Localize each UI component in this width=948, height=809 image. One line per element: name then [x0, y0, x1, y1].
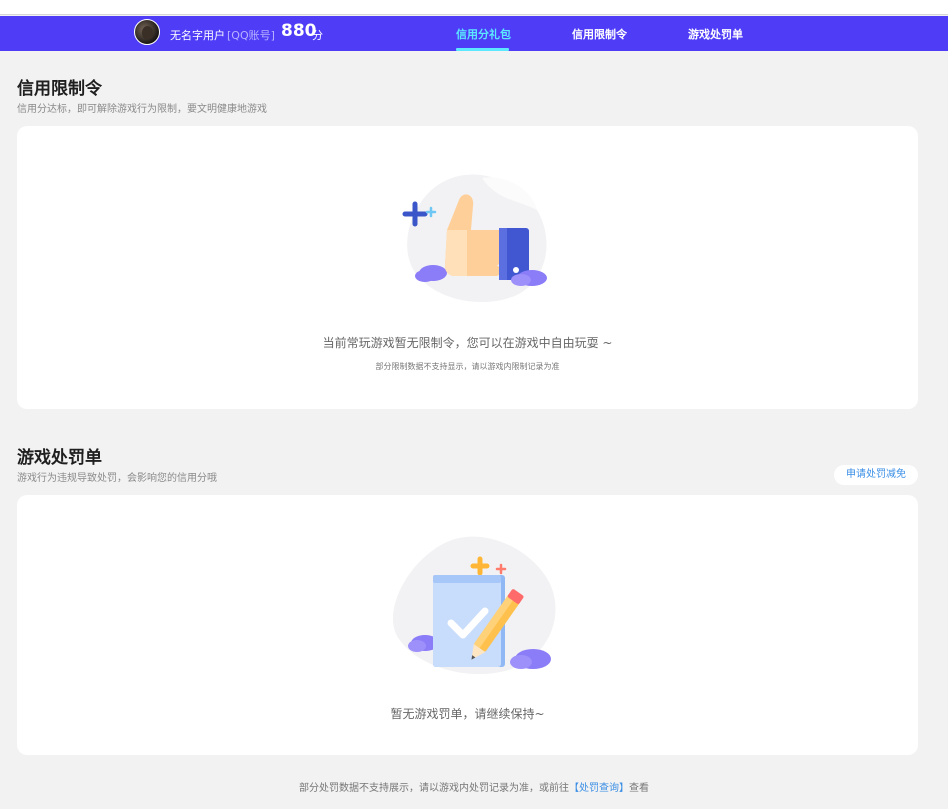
footer-note: 部分处罚数据不支持展示，请以游戏内处罚记录为准，或前往【处罚查询】查看	[0, 779, 948, 794]
thumbs-up-icon	[402, 174, 547, 303]
user-name: 无名字用户	[170, 29, 225, 42]
checked-document-pencil-icon	[392, 536, 556, 675]
credit-score-unit: 分	[312, 29, 323, 42]
footer-text-before: 部分处罚数据不支持展示，请以游戏内处罚记录为准，或前往	[299, 783, 569, 794]
apply-penalty-reduction-button[interactable]: 申请处罚减免	[834, 465, 918, 485]
penalty-card: 暂无游戏罚单，请继续保持~	[17, 495, 918, 755]
penalty-section-title: 游戏处罚单	[17, 448, 102, 468]
tab-credit-gift[interactable]: 信用分礼包	[456, 26, 511, 42]
restriction-card: 当前常玩游戏暂无限制令，您可以在游戏中自由玩耍 ~ 部分限制数据不支持显示，请以…	[17, 126, 918, 409]
top-navbar: 无名字用户 [QQ账号] 880 分 信用分礼包 信用限制令 游戏处罚单	[0, 16, 948, 51]
penalty-query-link[interactable]: 【处罚查询】	[569, 783, 629, 794]
penalty-section-subtitle: 游戏行为违规导致处罚，会影响您的信用分哦	[17, 473, 217, 484]
account-type: [QQ账号]	[227, 29, 275, 42]
penalty-empty-message: 暂无游戏罚单，请继续保持~	[390, 707, 545, 721]
restriction-section-title: 信用限制令	[17, 79, 102, 99]
restriction-empty-message: 当前常玩游戏暂无限制令，您可以在游戏中自由玩耍 ~	[322, 336, 613, 350]
active-tab-indicator	[456, 48, 509, 51]
user-avatar[interactable]	[134, 19, 160, 45]
tab-game-penalty[interactable]: 游戏处罚单	[688, 26, 743, 42]
tab-credit-restriction[interactable]: 信用限制令	[572, 26, 627, 42]
browser-top-strip	[0, 0, 948, 15]
restriction-note: 部分限制数据不支持显示，请以游戏内限制记录为准	[375, 362, 560, 371]
footer-text-after: 查看	[629, 783, 649, 794]
restriction-section-subtitle: 信用分达标，即可解除游戏行为限制，要文明健康地游戏	[17, 104, 267, 115]
